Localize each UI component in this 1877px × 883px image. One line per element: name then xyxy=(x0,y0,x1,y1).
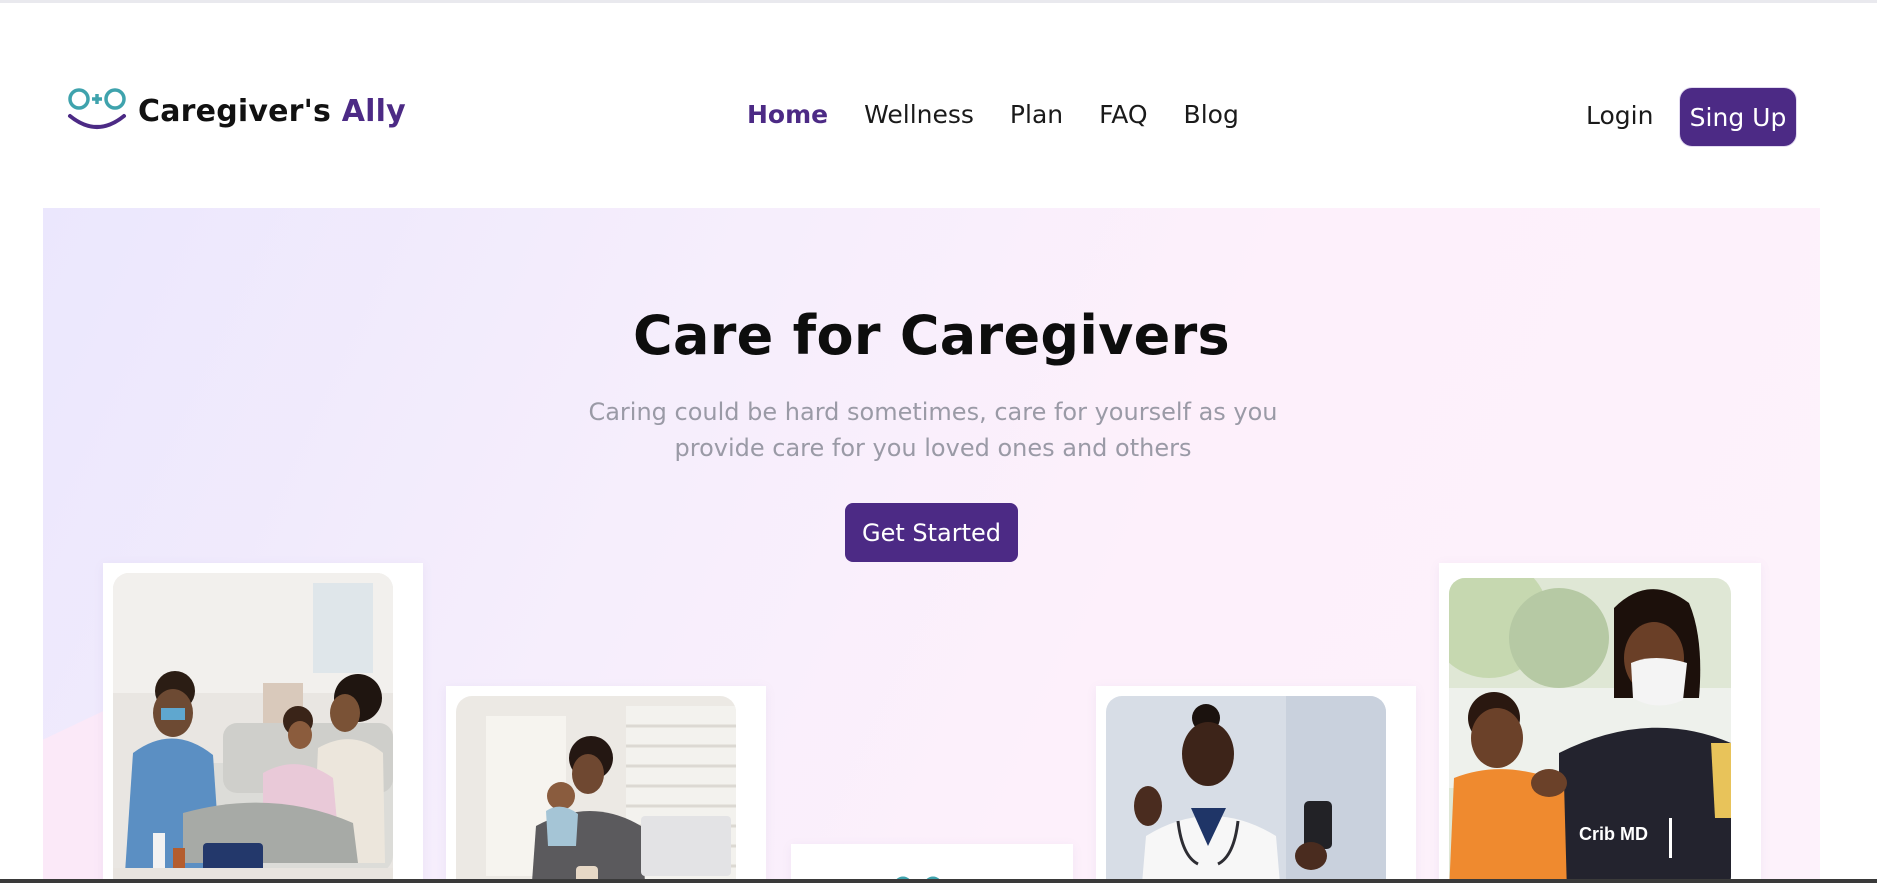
site-header: Caregiver's Ally Home Wellness Plan FAQ … xyxy=(0,0,1877,208)
mother-and-child-photo: Crib MD xyxy=(1449,578,1731,883)
caregivers-ally-logo-icon xyxy=(68,88,126,129)
gallery-card xyxy=(446,686,766,883)
gallery-card xyxy=(103,563,423,883)
hero-section: Care for Caregivers Caring could be hard… xyxy=(43,208,1820,883)
window-bottom-border xyxy=(0,879,1877,883)
doctor-waving-at-phone-photo xyxy=(1106,696,1386,883)
shirt-brand-text: Crib MD xyxy=(1579,824,1648,844)
mother-with-baby-at-laptop-photo xyxy=(456,696,736,883)
signup-button[interactable]: Sing Up xyxy=(1680,88,1796,146)
nurse-visiting-family-photo xyxy=(113,573,393,883)
landing-page: Caregiver's Ally Home Wellness Plan FAQ … xyxy=(0,0,1877,883)
nav-item-wellness[interactable]: Wellness xyxy=(864,100,974,129)
brand-name: Caregiver's Ally xyxy=(138,94,406,129)
login-link[interactable]: Login xyxy=(1586,101,1653,130)
gallery-card: Crib MD xyxy=(1439,563,1761,883)
main-nav: Home Wellness Plan FAQ Blog xyxy=(747,100,1239,129)
brand-logo-card xyxy=(791,844,1073,883)
brand-logo-link[interactable]: Caregiver's Ally xyxy=(66,86,406,136)
gallery-card xyxy=(1096,686,1416,883)
brand-name-primary: Caregiver's xyxy=(138,93,332,129)
get-started-button[interactable]: Get Started xyxy=(845,503,1018,562)
nav-item-plan[interactable]: Plan xyxy=(1010,100,1063,129)
brand-name-accent: Ally xyxy=(341,93,406,129)
nav-item-blog[interactable]: Blog xyxy=(1184,100,1239,129)
nav-item-faq[interactable]: FAQ xyxy=(1099,100,1147,129)
nav-item-home[interactable]: Home xyxy=(747,100,828,129)
hero-subtitle: Caring could be hard sometimes, care for… xyxy=(588,398,1278,462)
hero-title: Care for Caregivers xyxy=(633,304,1230,367)
